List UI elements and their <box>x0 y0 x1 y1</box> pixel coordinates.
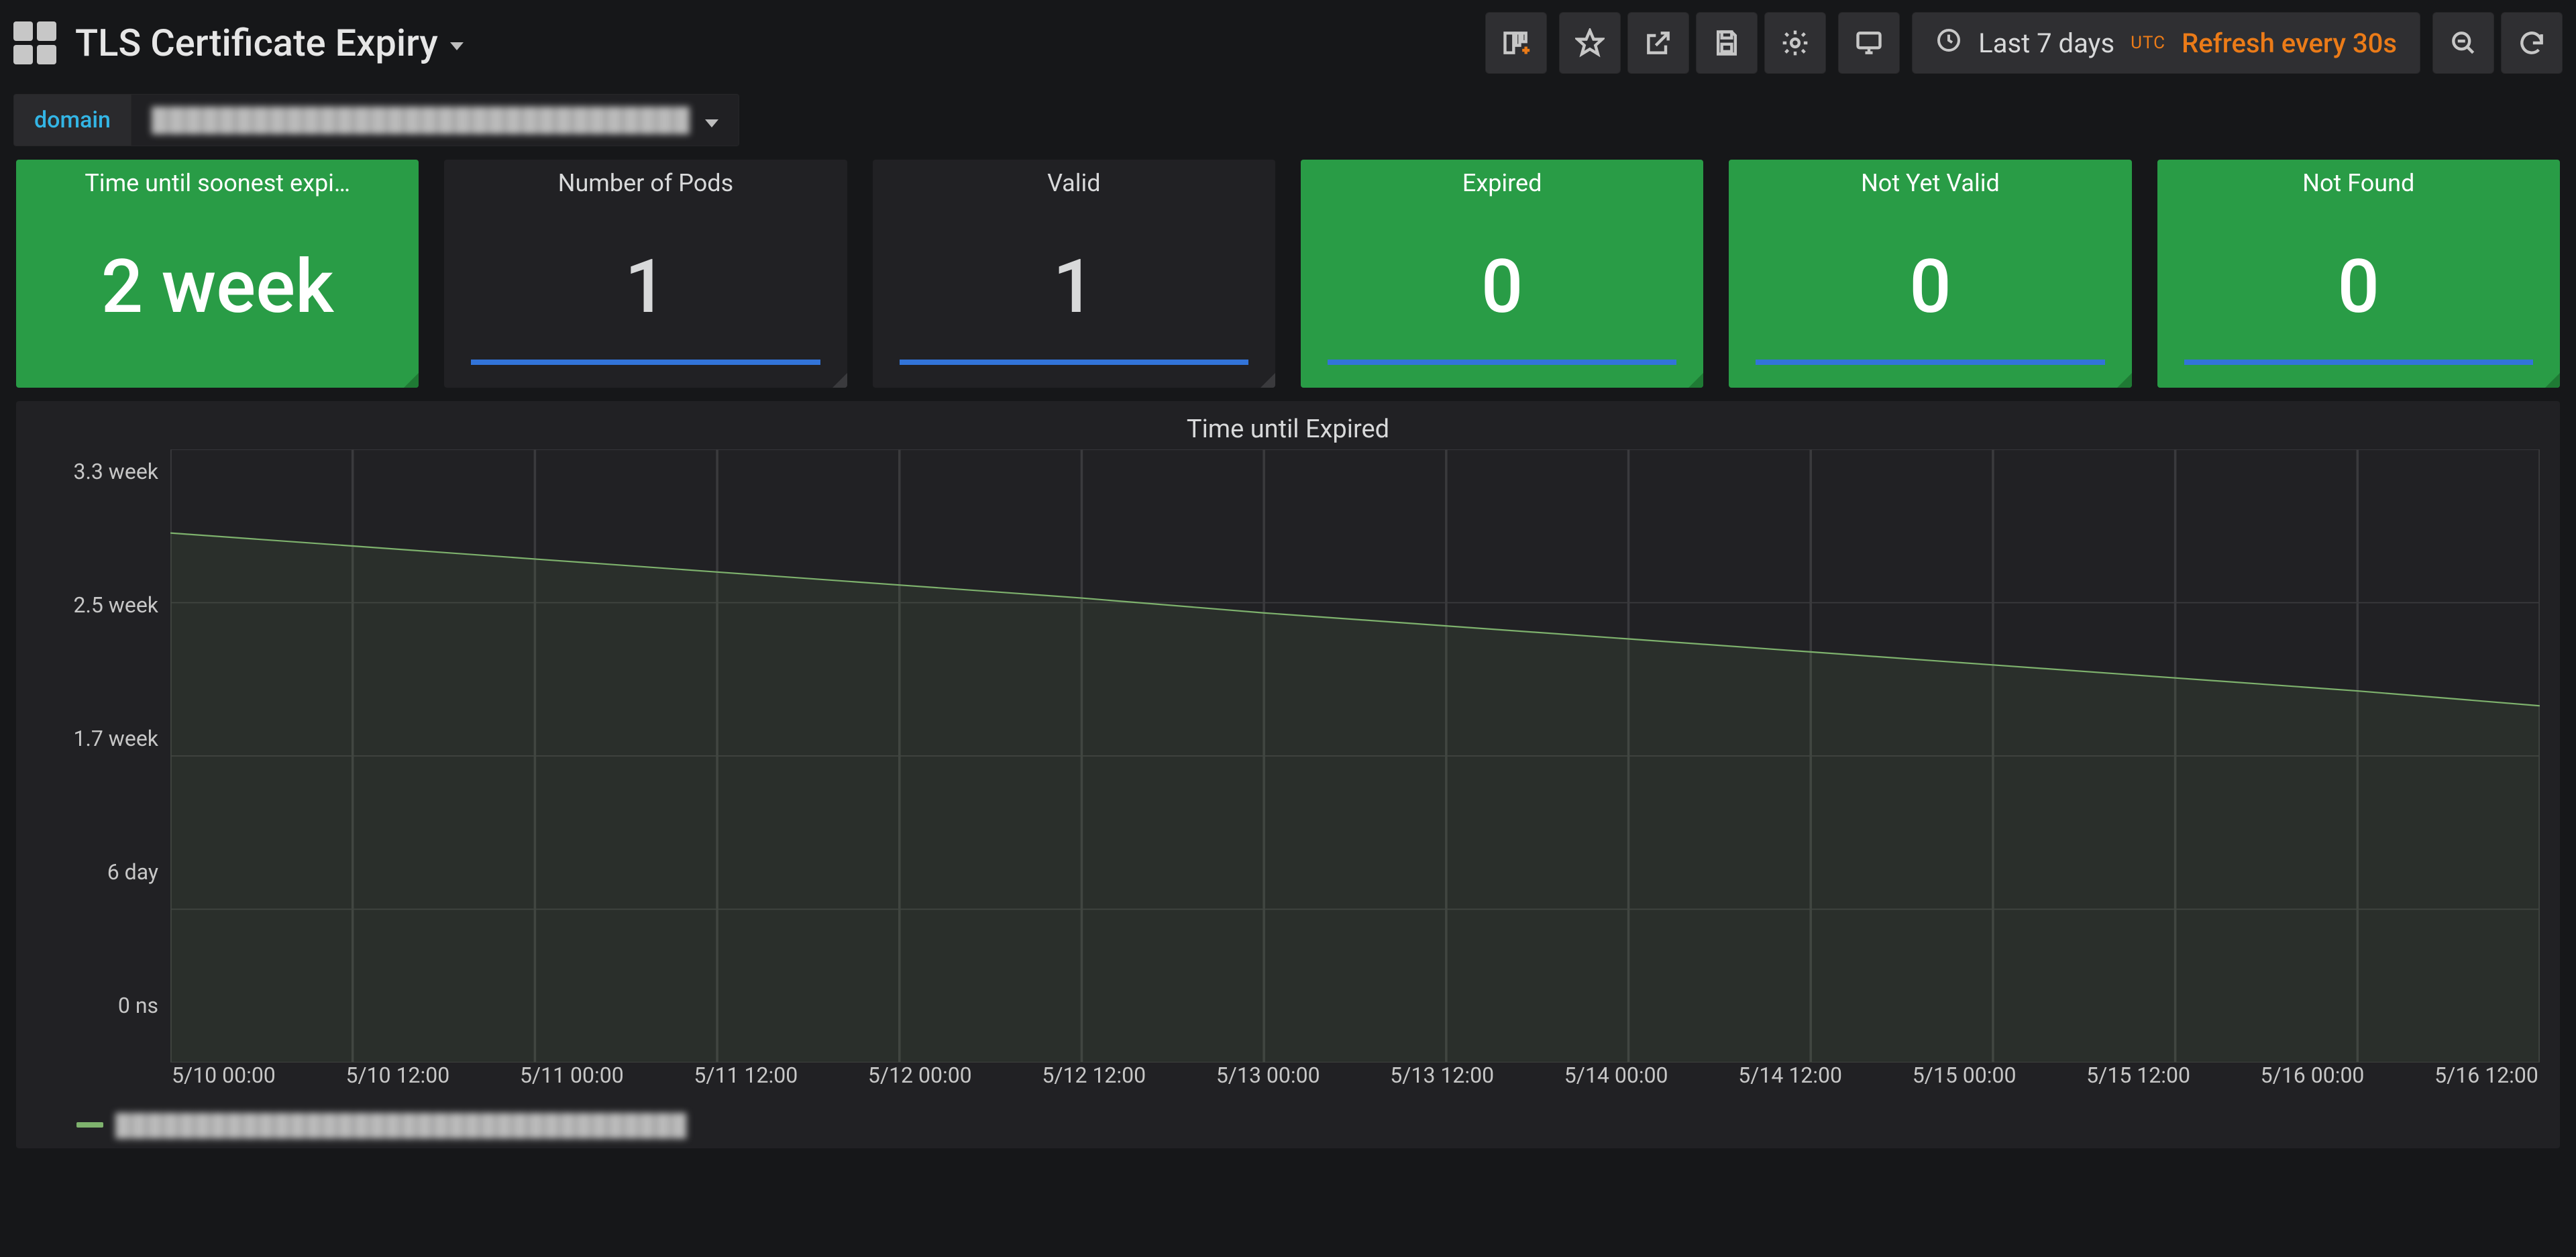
panel-title: Not Yet Valid <box>1861 169 2000 197</box>
save-icon <box>1712 28 1741 58</box>
x-axis: 5/10 00:00 5/10 12:00 5/11 00:00 5/11 12:00… <box>36 1062 2540 1103</box>
dashboard-title[interactable]: TLS Certificate Expiry <box>75 21 464 65</box>
template-variables-row: domain ████████████████████████████████ <box>0 86 2576 157</box>
top-toolbar: TLS Certificate Expiry <box>0 0 2576 86</box>
plot-canvas[interactable] <box>170 449 2540 1062</box>
gear-icon <box>1780 28 1810 58</box>
sparkline <box>900 360 1248 365</box>
share-button[interactable] <box>1627 12 1689 74</box>
share-icon <box>1644 28 1673 58</box>
x-tick: 5/10 12:00 <box>345 1062 449 1103</box>
toolbar-group-view <box>1838 12 1900 74</box>
time-range-picker[interactable]: Last 7 days UTC Refresh every 30s <box>1912 12 2420 74</box>
y-tick: 2.5 week <box>36 592 158 618</box>
stat-number-of-pods[interactable]: Number of Pods 1 <box>444 160 847 388</box>
x-tick: 5/12 12:00 <box>1042 1062 1146 1103</box>
x-tick: 5/15 12:00 <box>2086 1062 2190 1103</box>
cycle-view-button[interactable] <box>1838 12 1900 74</box>
panel-title: Time until Expired <box>36 415 2540 444</box>
panel-resize-handle[interactable] <box>2117 373 2132 388</box>
zoom-out-icon <box>2449 28 2478 58</box>
refresh-interval-text: Refresh every 30s <box>2182 28 2397 59</box>
toolbar-group-actions <box>1559 12 1826 74</box>
stat-not-yet-valid[interactable]: Not Yet Valid 0 <box>1729 160 2131 388</box>
graph-time-until-expired[interactable]: Time until Expired 3.3 week 2.5 week 1.7… <box>16 401 2560 1148</box>
star-icon <box>1575 28 1605 58</box>
sparkline <box>2184 360 2533 365</box>
dashboard-title-text: TLS Certificate Expiry <box>75 21 438 65</box>
sparkline <box>471 360 820 365</box>
x-tick: 5/14 12:00 <box>1738 1062 1842 1103</box>
chart-legend[interactable]: ████████████████████████████████████ <box>36 1103 2540 1138</box>
panel-title: Time until soonest expi… <box>85 169 350 197</box>
settings-button[interactable] <box>1764 12 1826 74</box>
time-range-text: Last 7 days <box>1978 28 2114 59</box>
panel-title: Not Found <box>2302 169 2414 197</box>
grafana-dashboards-icon[interactable] <box>13 21 56 64</box>
refresh-icon <box>2517 28 2546 58</box>
x-tick: 5/10 00:00 <box>172 1062 276 1103</box>
x-tick: 5/11 00:00 <box>520 1062 624 1103</box>
add-panel-icon <box>1501 28 1531 58</box>
save-button[interactable] <box>1696 12 1758 74</box>
stat-valid[interactable]: Valid 1 <box>873 160 1275 388</box>
dashboard-title-group[interactable]: TLS Certificate Expiry <box>13 21 464 65</box>
panel-resize-handle[interactable] <box>833 373 847 388</box>
x-tick: 5/16 12:00 <box>2434 1062 2538 1103</box>
clock-icon <box>1935 27 1962 59</box>
stat-not-found[interactable]: Not Found 0 <box>2157 160 2560 388</box>
stat-time-until-soonest[interactable]: Time until soonest expi… 2 week <box>16 160 419 388</box>
toolbar-group-panels <box>1485 12 1547 74</box>
toolbar-group-zoom <box>2432 12 2563 74</box>
variable-value-text: ████████████████████████████████ <box>152 107 690 133</box>
panel-resize-handle[interactable] <box>1260 373 1275 388</box>
add-panel-button[interactable] <box>1485 12 1547 74</box>
panel-value: 2 week <box>101 197 334 376</box>
legend-swatch <box>76 1122 103 1128</box>
chart-svg <box>170 449 2540 1062</box>
x-tick: 5/12 00:00 <box>868 1062 972 1103</box>
plot-area: 3.3 week 2.5 week 1.7 week 6 day 0 ns <box>36 449 2540 1062</box>
timezone-badge: UTC <box>2131 33 2165 53</box>
legend-series-name: ████████████████████████████████████ <box>115 1112 687 1138</box>
x-tick: 5/14 00:00 <box>1564 1062 1668 1103</box>
panel-value: 0 <box>1909 197 1951 376</box>
x-tick: 5/16 00:00 <box>2261 1062 2365 1103</box>
panel-value: 0 <box>2338 197 2380 376</box>
panel-value: 1 <box>1053 197 1095 376</box>
refresh-button[interactable] <box>2501 12 2563 74</box>
panel-resize-handle[interactable] <box>404 373 419 388</box>
stat-expired[interactable]: Expired 0 <box>1301 160 1703 388</box>
panel-value: 1 <box>625 197 667 376</box>
sparkline <box>1756 360 2104 365</box>
x-tick: 5/13 12:00 <box>1390 1062 1494 1103</box>
panel-resize-handle[interactable] <box>2545 373 2560 388</box>
x-tick: 5/13 00:00 <box>1216 1062 1320 1103</box>
singlestat-row: Time until soonest expi… 2 week Number o… <box>0 157 2576 401</box>
y-tick: 1.7 week <box>36 726 158 751</box>
caret-down-icon <box>450 42 464 50</box>
monitor-icon <box>1854 28 1884 58</box>
panel-value: 0 <box>1481 197 1523 376</box>
panel-title: Valid <box>1047 169 1101 197</box>
x-tick: 5/11 12:00 <box>694 1062 798 1103</box>
star-button[interactable] <box>1559 12 1621 74</box>
sparkline <box>1328 360 1676 365</box>
variable-dropdown-domain[interactable]: ████████████████████████████████ <box>131 94 739 146</box>
variable-label-domain: domain <box>13 94 131 146</box>
panel-title: Number of Pods <box>558 169 733 197</box>
panel-resize-handle[interactable] <box>1688 373 1703 388</box>
y-tick: 3.3 week <box>36 459 158 484</box>
y-axis: 3.3 week 2.5 week 1.7 week 6 day 0 ns <box>36 449 170 1062</box>
y-tick: 6 day <box>36 859 158 885</box>
panel-title: Expired <box>1462 169 1542 197</box>
x-tick: 5/15 00:00 <box>1913 1062 2017 1103</box>
zoom-out-button[interactable] <box>2432 12 2494 74</box>
y-tick: 0 ns <box>36 993 158 1018</box>
caret-down-icon <box>705 119 718 127</box>
